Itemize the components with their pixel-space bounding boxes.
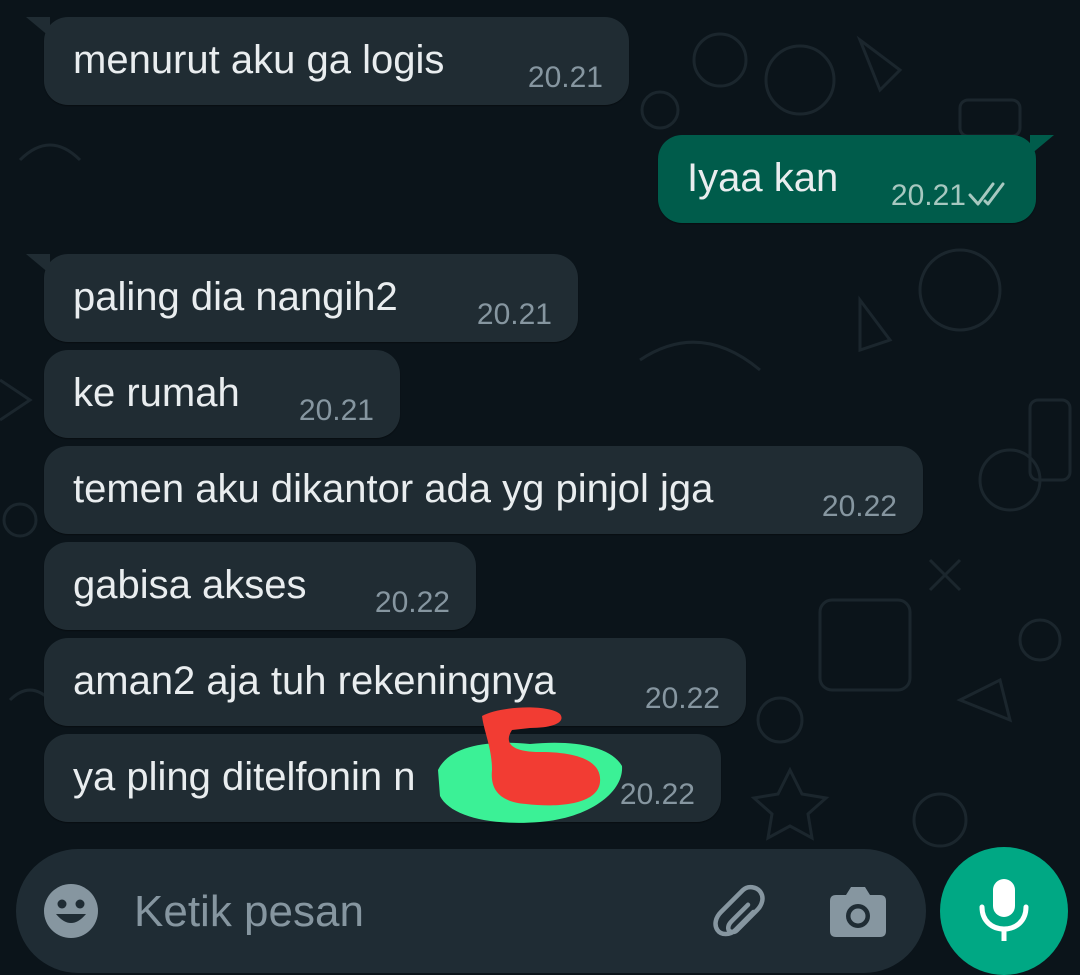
message-time: 20.22	[821, 490, 897, 523]
incoming-message[interactable]: ya pling ditelfonin n 20.22	[44, 734, 721, 822]
message-composer: Ketik pesan	[16, 849, 926, 973]
incoming-message[interactable]: ke rumah 20.21	[44, 350, 400, 438]
incoming-message[interactable]: temen aku dikantor ada yg pinjol jga 20.…	[44, 446, 923, 534]
incoming-message[interactable]: aman2 aja tuh rekeningnya 20.22	[44, 638, 746, 726]
message-text: Iyaa kan	[687, 156, 839, 200]
message-text: ya pling ditelfonin n	[73, 755, 416, 799]
outgoing-message[interactable]: Iyaa kan 20.21	[658, 135, 1054, 223]
message-time: 20.21	[476, 298, 552, 331]
paperclip-icon[interactable]	[706, 879, 772, 945]
incoming-message[interactable]: gabisa akses 20.22	[44, 542, 476, 630]
bubble-tail	[26, 254, 50, 274]
message-time: 20.22	[619, 778, 695, 811]
message-text: menurut aku ga logis	[73, 38, 445, 82]
message-text: ke rumah	[73, 371, 240, 415]
incoming-message[interactable]: menurut aku ga logis 20.21	[26, 17, 629, 105]
message-time: 20.21	[890, 179, 966, 212]
message-text: temen aku dikantor ada yg pinjol jga	[73, 467, 714, 511]
message-time: 20.21	[527, 61, 603, 94]
message-text: paling dia nangih2	[73, 275, 398, 319]
bubble-tail	[1030, 135, 1054, 155]
incoming-message[interactable]: paling dia nangih2 20.21	[26, 254, 578, 342]
emoji-icon[interactable]	[42, 882, 100, 940]
double-check-read-icon	[968, 182, 1005, 206]
message-text: gabisa akses	[73, 563, 307, 607]
message-time: 20.22	[644, 682, 720, 715]
bubble-tail	[26, 17, 50, 37]
microphone-icon	[979, 879, 1029, 941]
voice-message-button[interactable]	[940, 847, 1068, 975]
message-input[interactable]: Ketik pesan	[134, 887, 364, 937]
camera-icon[interactable]	[828, 883, 888, 939]
message-time: 20.22	[374, 586, 450, 619]
message-text: aman2 aja tuh rekeningnya	[73, 659, 556, 703]
message-time: 20.21	[298, 394, 374, 427]
